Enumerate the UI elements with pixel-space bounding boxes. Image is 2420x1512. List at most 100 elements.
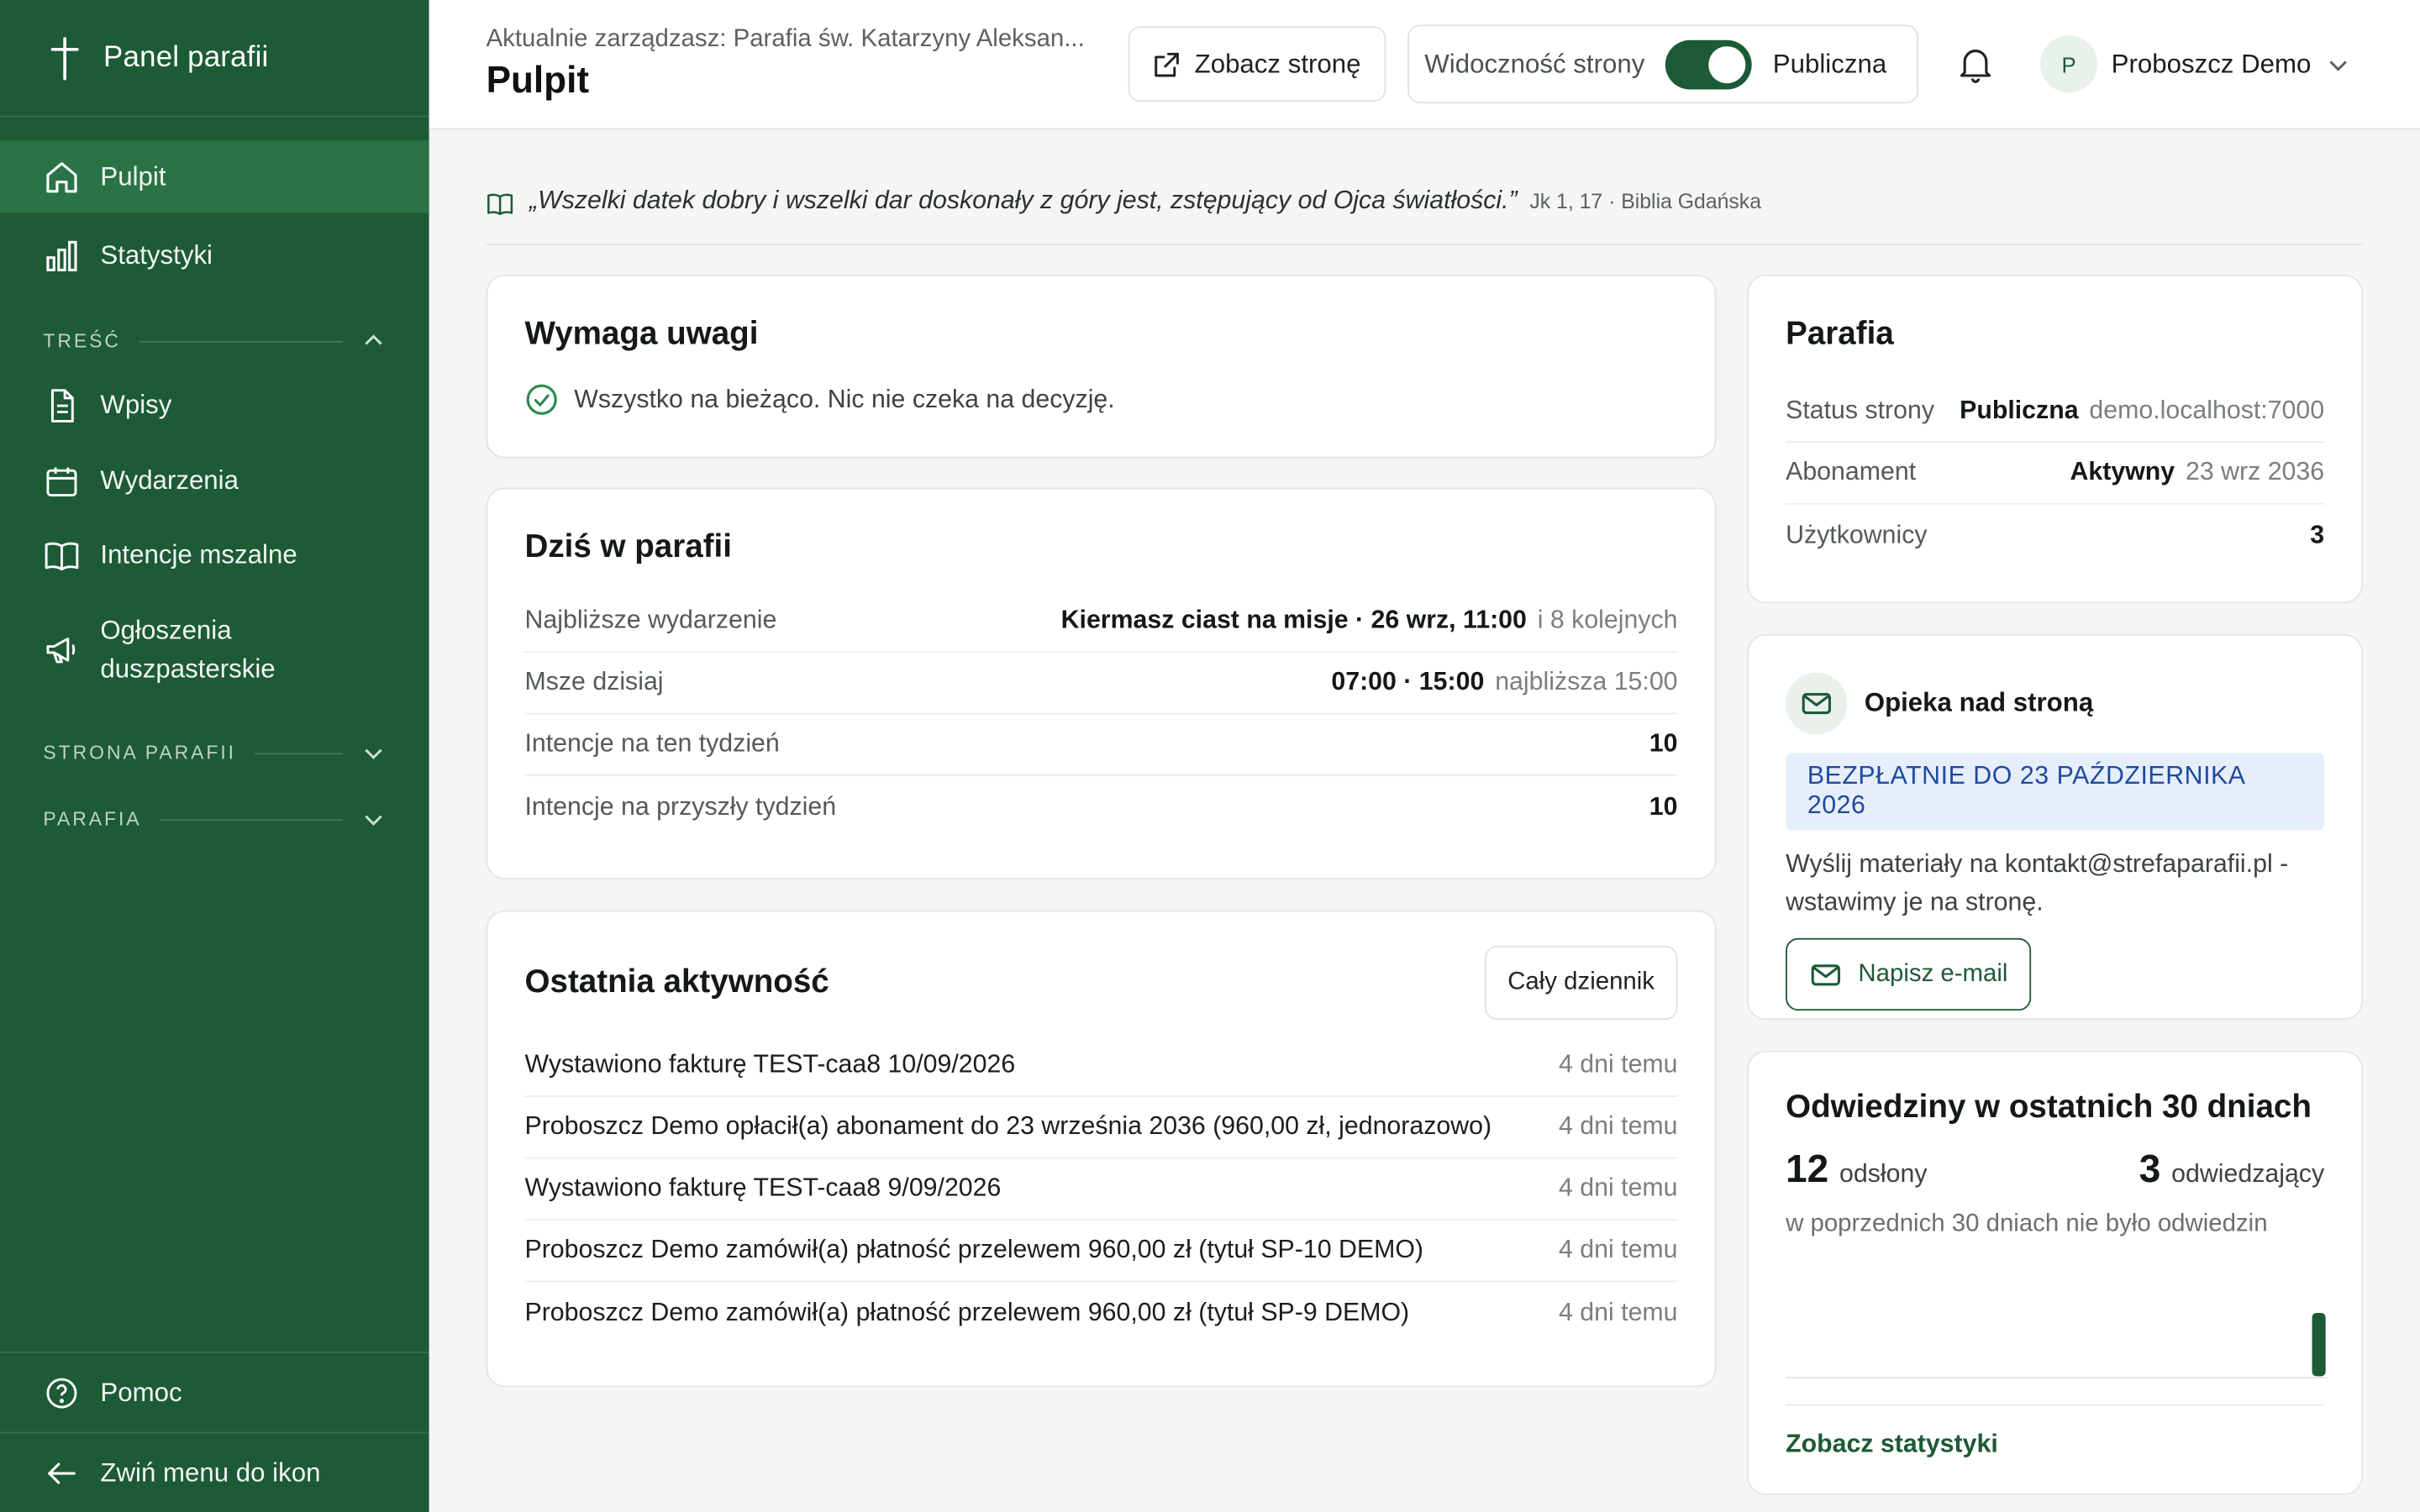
activity-text: Wystawiono fakturę TEST-caa8 10/09/2026: [524, 1050, 1016, 1079]
sidebar-item-wpisy[interactable]: Wpisy: [0, 369, 429, 443]
document-icon: [50, 389, 74, 423]
row-value: Aktywny 23 wrz 2036: [2070, 459, 2325, 488]
divider: [255, 752, 343, 754]
value-extra: i 8 kolejnych: [1537, 606, 1678, 634]
sidebar-item-help[interactable]: Pomoc: [0, 1351, 429, 1432]
bar-chart-icon: [46, 239, 77, 271]
sidebar-section-parish[interactable]: PARAFIA: [0, 801, 429, 837]
site-domain-link[interactable]: demo.localhost:7000: [2089, 396, 2324, 426]
visit-comparison-note: w poprzednich 30 dniach nie było odwiedz…: [1786, 1210, 2268, 1238]
full-log-button[interactable]: Cały dziennik: [1484, 945, 1678, 1021]
bible-quote: „Wszelki datek dobry i wszelki dar dosko…: [486, 186, 2364, 246]
quote-text: „Wszelki datek dobry i wszelki dar dosko…: [529, 186, 1518, 215]
home-icon: [46, 161, 77, 192]
value-main: Kiermasz ciast na misje · 26 wrz, 11:00: [1060, 606, 1527, 634]
sidebar-item-label: Wpisy: [100, 390, 172, 420]
today-row-masses[interactable]: Msze dzisiaj 07:00 · 15:00 najbliższa 15:…: [524, 653, 1678, 715]
sidebar-item-ogloszenia[interactable]: Ogłoszenia duszpasterskie: [0, 592, 429, 706]
parish-row-status: Status strony Publiczna demo.localhost:70…: [1786, 381, 2325, 444]
today-row-next-event[interactable]: Najbliższe wydarzenie Kiermasz ciast na …: [524, 591, 1678, 653]
activity-time: 4 dni temu: [1559, 1173, 1678, 1202]
main-content: Aktualnie zarządzasz: Parafia św. Katarz…: [429, 0, 2420, 1512]
card-title: Dziś w parafii: [524, 529, 732, 565]
value-main: Publiczna: [1960, 396, 2079, 425]
sparkline-bar: [2312, 1313, 2326, 1377]
card-title: Ostatnia aktywność: [524, 963, 829, 1000]
chevron-down-icon: [2330, 60, 2348, 71]
external-link-icon: [1155, 51, 1179, 76]
row-label: Najbliższe wydarzenie: [524, 606, 777, 634]
value-main: 3: [2310, 520, 2325, 549]
sidebar-item-intencje[interactable]: Intencje mszalne: [0, 518, 429, 592]
visitors-label: odwiedzający: [2171, 1160, 2325, 1189]
visitors-stat: 3 odwiedzający: [2139, 1148, 2324, 1193]
view-site-button[interactable]: Zobacz stronę: [1128, 26, 1386, 102]
megaphone-icon: [46, 637, 76, 664]
attention-card: Wymaga uwagi Wszystko na bieżąco. Nic ni…: [486, 274, 1717, 459]
value-main: Aktywny: [2070, 458, 2175, 486]
activity-time: 4 dni temu: [1559, 1298, 1678, 1326]
calendar-icon: [46, 466, 77, 496]
icon-wrap: [1786, 672, 1848, 735]
see-statistics-link[interactable]: Zobacz statystyki: [1786, 1404, 2325, 1459]
chevron-up-icon: [365, 334, 382, 345]
activity-row: Proboszcz Demo zamówił(a) płatność przel…: [524, 1282, 1677, 1343]
row-label: Użytkownicy: [1786, 520, 1928, 549]
visitors-count: 3: [2139, 1147, 2161, 1191]
help-icon: [46, 1377, 77, 1408]
attention-status: Wszystko na bieżąco. Nic nie czeka na de…: [524, 383, 1677, 417]
visibility-toggle[interactable]: [1665, 39, 1752, 89]
chevron-down-icon: [365, 815, 382, 826]
row-label: Msze dzisiaj: [524, 668, 664, 696]
sidebar-item-label: Ogłoszenia duszpasterskie: [100, 611, 275, 688]
row-label: Status strony: [1786, 396, 1934, 425]
visibility-control: Widoczność strony Publiczna: [1407, 24, 1919, 104]
today-row-intentions-next-week[interactable]: Intencje na przyszły tydzień 10: [524, 776, 1677, 837]
today-row-intentions-week[interactable]: Intencje na ten tydzień 10: [524, 714, 1678, 776]
card-title: Parafia: [1786, 316, 1894, 352]
visits-card: Odwiedziny w ostatnich 30 dniach 12 odsło…: [1747, 1050, 2364, 1495]
sidebar-section-site[interactable]: STRONA PARAFII: [0, 734, 429, 771]
bell-icon[interactable]: [1957, 45, 1994, 85]
activity-text: Proboszcz Demo opłacił(a) abonament do 2…: [524, 1112, 1492, 1141]
sidebar-item-label: Pulpit: [100, 160, 166, 191]
row-value: Kiermasz ciast na misje · 26 wrz, 11:00 i…: [1061, 606, 1678, 636]
care-description: Wyślij materiały na kontakt@strefaparafi…: [1786, 850, 2289, 917]
sidebar-collapse-button[interactable]: Zwiń menu do ikon: [0, 1431, 429, 1512]
sidebar-item-wydarzenia[interactable]: Wydarzenia: [0, 443, 429, 518]
parish-card: Parafia Status strony Publiczna demo.loca…: [1747, 274, 2364, 604]
parish-row-users: Użytkownicy 3: [1786, 505, 2324, 566]
label-line-1: Ogłoszenia: [100, 615, 232, 645]
chevron-down-icon: [365, 748, 382, 759]
visit-stats: 12 odsłony 3 odwiedzający: [1786, 1148, 2324, 1193]
value-main: 10: [1649, 729, 1678, 758]
parish-row-subscription: Abonament Aktywny 23 wrz 2036: [1786, 443, 2325, 505]
sidebar-item-statystyki[interactable]: Statystyki: [0, 219, 429, 291]
value-main: 07:00 · 15:00: [1331, 668, 1485, 696]
row-value: Publiczna demo.localhost:7000: [1960, 396, 2324, 426]
sidebar-item-label: Pomoc: [100, 1377, 182, 1407]
sidebar-brand[interactable]: Panel parafii: [0, 0, 429, 118]
sidebar-item-label: Zwiń menu do ikon: [100, 1457, 321, 1487]
free-until-badge: BEZPŁATNIE DO 23 PAŹDZIERNIKA 2026: [1786, 753, 2325, 831]
divider: [160, 818, 343, 821]
check-circle-icon: [526, 384, 557, 415]
activity-time: 4 dni temu: [1559, 1236, 1678, 1264]
sidebar-section-content[interactable]: TREŚĆ: [0, 323, 429, 360]
write-email-button[interactable]: Napisz e-mail: [1786, 937, 2031, 1011]
activity-row: Wystawiono fakturę TEST-caa8 9/09/2026 4 …: [524, 1158, 1678, 1221]
section-label: PARAFIA: [43, 808, 142, 831]
activity-header: Ostatnia aktywność Cały dziennik: [524, 945, 1678, 1021]
sidebar-item-pulpit[interactable]: Pulpit: [0, 140, 429, 213]
quote-reference: Jk 1, 17 · Biblia Gdańska: [1529, 189, 1762, 213]
user-menu[interactable]: P Proboszcz Demo: [2040, 35, 2351, 93]
card-title: Odwiedziny w ostatnich 30 dniach: [1786, 1089, 2312, 1125]
arrow-left-icon: [48, 1462, 76, 1483]
row-value: 07:00 · 15:00 najbliższa 15:00: [1331, 668, 1677, 697]
status-text: Wszystko na bieżąco. Nic nie czeka na de…: [574, 385, 1115, 413]
views-count: 12: [1786, 1147, 1829, 1191]
row-label: Intencje na przyszły tydzień: [524, 792, 837, 821]
toggle-knob: [1707, 45, 1745, 83]
mail-icon: [1802, 692, 1832, 715]
section-label: STRONA PARAFII: [43, 742, 236, 764]
